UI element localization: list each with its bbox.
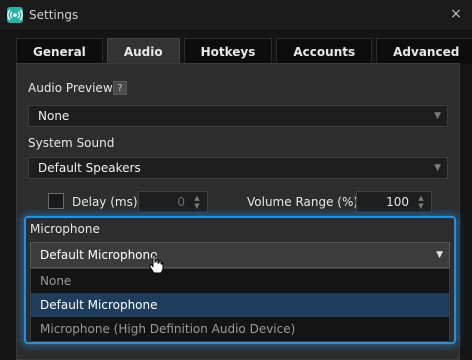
chevron-down-icon: ▼ — [434, 163, 441, 173]
microphone-option-hd-audio[interactable]: Microphone (High Definition Audio Device… — [31, 317, 449, 341]
chevron-down-icon: ▼ — [434, 111, 441, 121]
tab-advanced[interactable]: Advanced — [376, 38, 472, 64]
delay-value: 0 — [177, 195, 185, 209]
broadcast-icon — [7, 7, 23, 23]
volume-range-label: Volume Range (%) — [247, 195, 359, 209]
tab-audio[interactable]: Audio — [106, 38, 180, 64]
delay-spinbox[interactable]: 0 ▲ ▼ — [138, 191, 208, 213]
system-sound-select[interactable]: Default Speakers ▼ — [28, 157, 448, 179]
spin-arrows-icon[interactable]: ▲ ▼ — [416, 194, 426, 210]
microphone-option-default[interactable]: Default Microphone — [31, 293, 449, 317]
title-bar: Settings × — [0, 0, 472, 30]
tab-accounts[interactable]: Accounts — [276, 38, 373, 64]
microphone-option-none[interactable]: None — [31, 269, 449, 293]
microphone-label: Microphone — [30, 222, 100, 236]
help-icon[interactable]: ? — [113, 81, 127, 95]
delay-label: Delay (ms) — [72, 195, 138, 209]
close-icon[interactable]: × — [448, 6, 464, 22]
volume-range-value: 100 — [386, 195, 409, 209]
tab-general[interactable]: General — [16, 38, 103, 64]
audio-preview-value: None — [38, 109, 70, 123]
microphone-dropdown-list: None Default Microphone Microphone (High… — [30, 268, 450, 342]
audio-preview-select[interactable]: None ▼ — [28, 105, 448, 127]
chevron-down-icon: ▼ — [436, 250, 443, 260]
system-sound-label: System Sound — [28, 136, 115, 150]
microphone-select[interactable]: Default Microphone ▼ — [30, 242, 450, 268]
system-sound-value: Default Speakers — [38, 161, 141, 175]
microphone-value: Default Microphone — [40, 248, 158, 262]
tab-bar: General Audio Hotkeys Accounts Advanced — [16, 38, 472, 64]
hand-cursor-icon — [149, 254, 164, 274]
spin-arrows-icon[interactable]: ▲ ▼ — [192, 194, 202, 210]
delay-checkbox[interactable] — [48, 193, 64, 209]
microphone-group: Microphone Default Microphone ▼ None Def… — [24, 216, 456, 344]
volume-range-spinbox[interactable]: 100 ▲ ▼ — [356, 191, 432, 213]
window-title: Settings — [29, 8, 79, 22]
audio-preview-label: Audio Preview — [28, 81, 113, 95]
tab-hotkeys[interactable]: Hotkeys — [183, 38, 273, 64]
